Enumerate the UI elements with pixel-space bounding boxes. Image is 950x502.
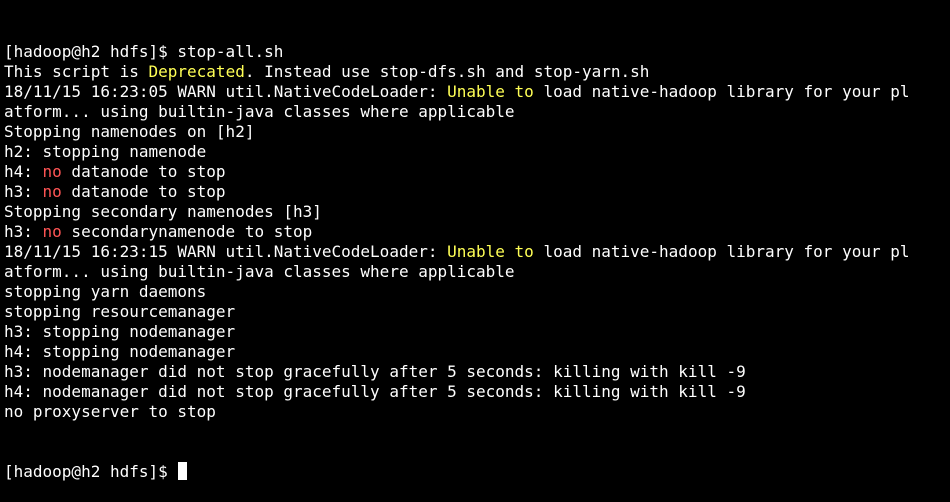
output-segment: Stopping namenodes on [h2] <box>4 122 255 141</box>
output-segment: h3: nodemanager did not stop gracefully … <box>4 362 746 381</box>
output-line: h4: no datanode to stop <box>4 162 950 182</box>
output-segment: h3: <box>4 222 43 241</box>
output-segment: Unable to <box>447 242 534 261</box>
output-line: h2: stopping namenode <box>4 142 950 162</box>
output-line: [hadoop@h2 hdfs]$ stop-all.sh <box>4 42 950 62</box>
output-line: atform... using builtin-java classes whe… <box>4 262 950 282</box>
output-line: h4: stopping nodemanager <box>4 342 950 362</box>
output-segment: stopping yarn daemons <box>4 282 207 301</box>
output-line: h4: nodemanager did not stop gracefully … <box>4 382 950 402</box>
output-line: h3: nodemanager did not stop gracefully … <box>4 362 950 382</box>
output-line: h3: stopping nodemanager <box>4 322 950 342</box>
output-segment: 18/11/15 16:23:15 WARN util.NativeCodeLo… <box>4 242 448 261</box>
output-segment: atform... using builtin-java classes whe… <box>4 102 515 121</box>
output-segment: stopping resourcemanager <box>4 302 236 321</box>
output-segment: no <box>42 162 62 181</box>
output-segment: . Instead use stop-dfs.sh and stop-yarn.… <box>244 62 650 81</box>
output-line: stopping yarn daemons <box>4 282 950 302</box>
output-segment: Unable to <box>447 82 534 101</box>
output-segment: datanode to stop <box>61 162 226 181</box>
output-segment: secondarynamenode to stop <box>61 222 313 241</box>
output-segment: h3: <box>4 182 43 201</box>
output-segment: h3: stopping nodemanager <box>4 322 236 341</box>
output-segment: no <box>42 182 62 201</box>
output-line: atform... using builtin-java classes whe… <box>4 102 950 122</box>
cursor <box>178 462 188 480</box>
output-segment: h4: <box>4 162 43 181</box>
output-segment: load native-hadoop library for your pl <box>533 242 910 261</box>
output-line: Stopping secondary namenodes [h3] <box>4 202 950 222</box>
output-segment: [hadoop@h2 hdfs]$ stop-all.sh <box>4 42 284 61</box>
output-segment: 18/11/15 16:23:05 WARN util.NativeCodeLo… <box>4 82 448 101</box>
output-line: no proxyserver to stop <box>4 402 950 422</box>
output-segment: h4: stopping nodemanager <box>4 342 236 361</box>
output-segment: load native-hadoop library for your pl <box>533 82 910 101</box>
output-line: Stopping namenodes on [h2] <box>4 122 950 142</box>
prompt-line[interactable]: [hadoop@h2 hdfs]$ <box>4 462 950 482</box>
output-segment: Stopping secondary namenodes [h3] <box>4 202 322 221</box>
output-line: stopping resourcemanager <box>4 302 950 322</box>
output-segment: h2: stopping namenode <box>4 142 207 161</box>
output-segment: atform... using builtin-java classes whe… <box>4 262 515 281</box>
output-line: h3: no secondarynamenode to stop <box>4 222 950 242</box>
output-line: This script is Deprecated. Instead use s… <box>4 62 950 82</box>
output-line: h3: no datanode to stop <box>4 182 950 202</box>
output-line: 18/11/15 16:23:05 WARN util.NativeCodeLo… <box>4 82 950 102</box>
output-segment: This script is <box>4 62 149 81</box>
prompt-text: [hadoop@h2 hdfs]$ <box>4 462 178 481</box>
terminal-output: [hadoop@h2 hdfs]$ stop-all.sh This script… <box>4 42 950 422</box>
terminal-window[interactable]: [hadoop@h2 hdfs]$ stop-all.sh This script… <box>0 0 950 481</box>
output-segment: datanode to stop <box>61 182 226 201</box>
output-segment: Deprecated <box>148 62 245 81</box>
output-line: 18/11/15 16:23:15 WARN util.NativeCodeLo… <box>4 242 950 262</box>
output-segment: h4: nodemanager did not stop gracefully … <box>4 382 746 401</box>
output-segment: no proxyserver to stop <box>4 402 216 421</box>
output-segment: no <box>42 222 62 241</box>
